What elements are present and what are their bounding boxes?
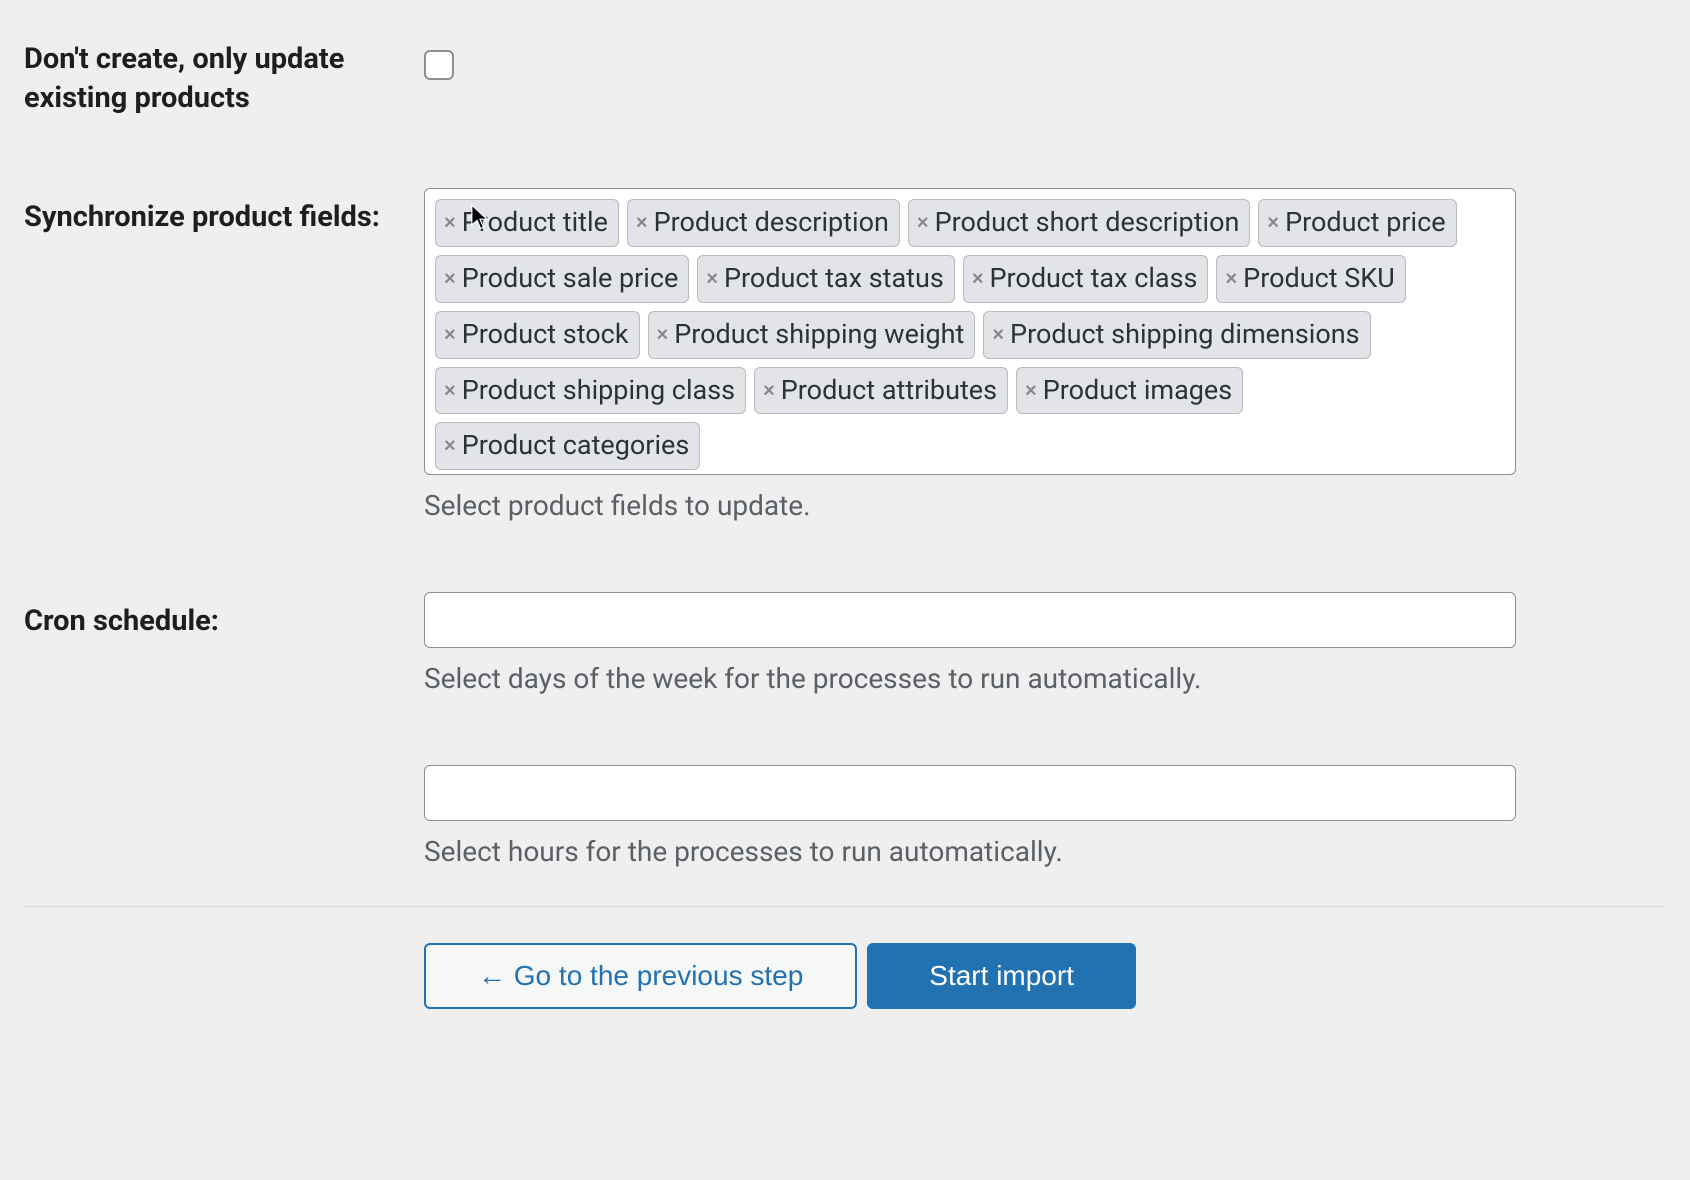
- field-tag[interactable]: ×Product shipping weight: [648, 311, 976, 359]
- field-tag-label: Product tax status: [724, 260, 944, 298]
- close-icon[interactable]: ×: [992, 325, 1004, 345]
- field-tag-label: Product title: [462, 204, 608, 242]
- label-col: Cron schedule:: [24, 592, 424, 641]
- field-col: [424, 30, 1666, 84]
- field-tag-label: Product sale price: [462, 260, 679, 298]
- row-update-only: Don't create, only update existing produ…: [0, 20, 1690, 148]
- field-tag[interactable]: × Product shipping class: [435, 367, 746, 415]
- close-icon[interactable]: ×: [636, 213, 648, 233]
- cron-hours-select[interactable]: [424, 765, 1516, 821]
- sync-fields-multiselect[interactable]: ×Product title×Product description×Produ…: [424, 188, 1516, 475]
- update-only-checkbox[interactable]: [424, 50, 454, 80]
- field-tag-label: Product categories: [462, 427, 690, 465]
- import-settings-form: Don't create, only update existing produ…: [0, 20, 1690, 898]
- label-col: Don't create, only update existing produ…: [24, 30, 424, 118]
- cron-days-select[interactable]: [424, 592, 1516, 648]
- sync-fields-help: Select product fields to update.: [424, 489, 1516, 522]
- field-tag-label: Product short description: [935, 204, 1240, 242]
- field-tag[interactable]: × Product short description: [908, 199, 1251, 247]
- field-tag-label: Product shipping class: [462, 372, 735, 410]
- field-tag[interactable]: × Product sale price: [435, 255, 689, 303]
- field-tag[interactable]: × Product shipping dimensions: [983, 311, 1370, 359]
- sync-fields-label: Synchronize product fields:: [24, 200, 380, 234]
- close-icon[interactable]: ×: [972, 269, 984, 289]
- cron-schedule-label: Cron schedule:: [24, 604, 219, 638]
- close-icon[interactable]: ×: [657, 325, 669, 345]
- field-tag-label: Product shipping dimensions: [1010, 316, 1360, 354]
- close-icon[interactable]: ×: [1025, 381, 1037, 401]
- field-tag[interactable]: × Product tax status: [697, 255, 955, 303]
- close-icon[interactable]: ×: [444, 269, 456, 289]
- close-icon[interactable]: ×: [444, 213, 456, 233]
- field-tag[interactable]: × Product attributes: [754, 367, 1008, 415]
- field-tag-label: Product stock: [462, 316, 629, 354]
- field-tag[interactable]: × Product categories: [435, 422, 700, 470]
- cron-days-help: Select days of the week for the processe…: [424, 662, 1516, 695]
- field-tag[interactable]: × Product SKU: [1216, 255, 1405, 303]
- previous-step-button[interactable]: ← Go to the previous step: [424, 943, 857, 1009]
- field-tag-label: Product tax class: [990, 260, 1198, 298]
- close-icon[interactable]: ×: [444, 381, 456, 401]
- row-cron-days: Cron schedule: Select days of the week f…: [0, 552, 1690, 898]
- close-icon[interactable]: ×: [1267, 213, 1279, 233]
- close-icon[interactable]: ×: [444, 325, 456, 345]
- close-icon[interactable]: ×: [706, 269, 718, 289]
- field-tag[interactable]: × Product title: [435, 199, 619, 247]
- field-tag-label: Product price: [1285, 204, 1445, 242]
- field-tag-label: Product shipping weight: [674, 316, 964, 354]
- close-icon[interactable]: ×: [444, 436, 456, 456]
- field-tag[interactable]: × Product stock: [435, 311, 640, 359]
- close-icon[interactable]: ×: [763, 381, 775, 401]
- field-tag[interactable]: × Product price: [1258, 199, 1456, 247]
- field-tag-label: Product SKU: [1243, 260, 1395, 298]
- label-col: Synchronize product fields:: [24, 188, 424, 237]
- form-actions: ← Go to the previous step Start import: [0, 907, 1690, 1009]
- start-import-button[interactable]: Start import: [867, 943, 1136, 1009]
- field-col: ×Product title×Product description×Produ…: [424, 188, 1666, 522]
- close-icon[interactable]: ×: [1225, 269, 1237, 289]
- field-tag-label: Product images: [1043, 372, 1232, 410]
- field-tag[interactable]: × Product tax class: [963, 255, 1209, 303]
- field-tag-label: Product attributes: [781, 372, 997, 410]
- field-col: Select days of the week for the processe…: [424, 592, 1666, 868]
- field-tag[interactable]: × Product images: [1016, 367, 1243, 415]
- field-tag[interactable]: × Product description: [627, 199, 900, 247]
- row-sync-fields: Synchronize product fields: × Product tit…: [0, 148, 1690, 552]
- cron-hours-help: Select hours for the processes to run au…: [424, 835, 1516, 868]
- close-icon[interactable]: ×: [917, 213, 929, 233]
- update-only-label: Don't create, only update existing produ…: [24, 42, 344, 115]
- field-tag-label: Product description: [654, 204, 889, 242]
